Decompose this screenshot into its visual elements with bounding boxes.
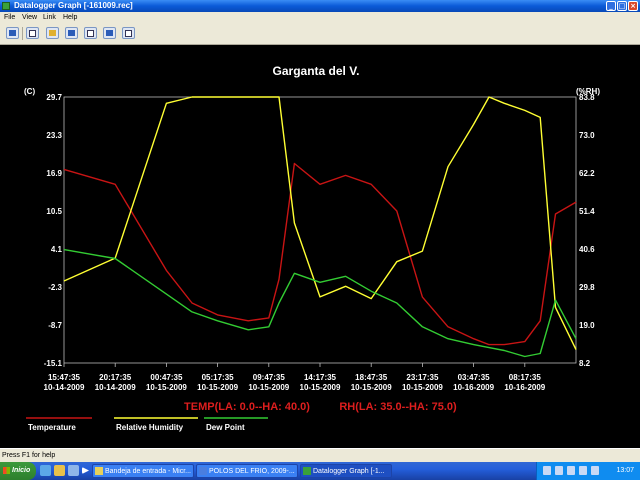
graph-area: Garganta del V. (C) (%RH) 29.7 83.8 23.3 73… — [0, 45, 640, 448]
y-tick-label-left: 10.5 — [46, 207, 62, 216]
monitor-icon[interactable] — [26, 27, 39, 39]
legend-humidity-label: Relative Humidity — [116, 423, 184, 432]
word-icon — [199, 467, 207, 475]
task-outlook[interactable]: Bandeja de entrada - Micr... — [92, 464, 194, 478]
outlook-icon — [95, 467, 103, 475]
toolbar-separator — [22, 27, 23, 40]
x-tick-date: 10-15-2009 — [300, 383, 341, 392]
y-tick-label-right: 51.4 — [579, 207, 595, 216]
datalogger-chart: Garganta del V. (C) (%RH) 29.7 83.823.3 73… — [24, 64, 600, 432]
series-line-dew-point — [63, 248, 577, 358]
menu-help[interactable]: Help — [63, 13, 77, 22]
tray-icon[interactable] — [543, 466, 551, 475]
chart-title: Garganta del V. — [273, 64, 360, 78]
y-tick-label-left: 4.1 — [51, 245, 63, 254]
quicklaunch-ie-icon[interactable] — [40, 465, 51, 476]
series-line-temperature — [63, 162, 577, 346]
start-label: Inicio — [12, 467, 31, 474]
save-icon[interactable] — [65, 27, 78, 39]
x-tick-date: 10-16-2009 — [504, 383, 545, 392]
y-tick-label-right: 19.0 — [579, 321, 595, 330]
status-text: Press F1 for help — [2, 452, 56, 459]
task-word[interactable]: POLOS DEL FRIO, 2009-... — [196, 464, 298, 478]
x-tick-date: 10-15-2009 — [248, 383, 289, 392]
start-button[interactable]: Inicio — [0, 462, 36, 480]
x-tick-time: 18:47:35 — [355, 373, 388, 382]
toolbar — [0, 23, 640, 45]
status-bar: Press F1 for help — [0, 448, 640, 463]
setup-icon[interactable] — [6, 27, 19, 39]
y-tick-label-right: 73.0 — [579, 131, 595, 140]
x-tick-time: 03:47:35 — [458, 373, 491, 382]
x-tick-time: 00:47:35 — [150, 373, 183, 382]
quicklaunch-more-icon[interactable] — [82, 467, 89, 474]
print-icon[interactable] — [84, 27, 97, 39]
clock: 13:07 — [616, 467, 634, 474]
quicklaunch-desktop-icon[interactable] — [68, 465, 79, 476]
task-label: Datalogger Graph [-1... — [313, 468, 385, 475]
x-tick-time: 08:17:35 — [509, 373, 542, 382]
rh-alarm-limits: RH(LA: 35.0--HA: 75.0) — [339, 401, 457, 413]
close-button[interactable]: × — [628, 1, 638, 11]
y-tick-label-left: 16.9 — [46, 169, 62, 178]
plot-frame — [63, 96, 577, 364]
tray-icon[interactable] — [567, 466, 575, 475]
x-tick-date: 10-15-2009 — [197, 383, 238, 392]
y-tick-label-right: 62.2 — [579, 169, 595, 178]
y-axis-left-label: (C) — [24, 87, 35, 96]
title-bar[interactable]: Datalogger Graph [-161009.rec] _ □ × — [0, 0, 640, 12]
y-tick-label-left: -2.3 — [48, 283, 62, 292]
task-datalogger-graph[interactable]: Datalogger Graph [-1... — [300, 464, 392, 478]
menu-view[interactable]: View — [22, 13, 37, 22]
datalogger-icon — [303, 467, 311, 475]
x-tick-time: 05:17:35 — [202, 373, 235, 382]
tray-icon[interactable] — [579, 466, 587, 475]
legend-dewpoint-label: Dew Point — [206, 423, 245, 432]
app-icon — [2, 2, 10, 10]
x-tick-date: 10-15-2009 — [146, 383, 187, 392]
system-tray: 13:07 — [536, 462, 640, 480]
y-tick-label-right: 29.8 — [579, 283, 595, 292]
x-tick-time: 14:17:35 — [304, 373, 337, 382]
windows-logo-icon — [3, 467, 10, 474]
x-tick-time: 23:17:35 — [406, 373, 439, 382]
x-tick-time: 09:47:35 — [253, 373, 286, 382]
tray-icon[interactable] — [555, 466, 563, 475]
series-line-relative-humidity — [63, 96, 577, 350]
x-tick-date: 10-14-2009 — [95, 383, 136, 392]
open-folder-icon[interactable] — [46, 27, 59, 39]
taskbar: Inicio Bandeja de entrada - Micr... POLO… — [0, 462, 640, 480]
y-tick-label-left: 29.7 — [46, 93, 62, 102]
maximize-button[interactable]: □ — [617, 1, 627, 11]
tray-icon[interactable] — [591, 466, 599, 475]
x-tick-time: 20:17:35 — [99, 373, 132, 382]
y-tick-label-right: 40.6 — [579, 245, 595, 254]
menu-link[interactable]: Link — [43, 13, 56, 22]
y-tick-label-left: 23.3 — [46, 131, 62, 140]
minimize-button[interactable]: _ — [606, 1, 616, 11]
x-tick-date: 10-16-2009 — [453, 383, 494, 392]
quicklaunch-outlook-icon[interactable] — [54, 465, 65, 476]
fit-graph-icon[interactable] — [103, 27, 116, 39]
temp-alarm-limits: TEMP(LA: 0.0--HA: 40.0) — [184, 401, 310, 413]
legend-temperature-label: Temperature — [28, 423, 76, 432]
zoom-icon[interactable] — [122, 27, 135, 39]
window-title: Datalogger Graph [-161009.rec] — [14, 1, 133, 10]
x-tick-date: 10-15-2009 — [402, 383, 443, 392]
y-tick-label-left: -8.7 — [48, 321, 62, 330]
y-tick-label-right: 8.2 — [579, 359, 591, 368]
task-label: POLOS DEL FRIO, 2009-... — [209, 468, 295, 475]
menu-file[interactable]: File — [4, 13, 15, 22]
task-label: Bandeja de entrada - Micr... — [105, 468, 191, 475]
x-tick-date: 10-15-2009 — [351, 383, 392, 392]
x-tick-time: 15:47:35 — [48, 373, 81, 382]
y-tick-label-left: -15.1 — [44, 359, 63, 368]
y-tick-label-right: 83.8 — [579, 93, 595, 102]
menu-bar: File View Link Help — [0, 12, 640, 23]
x-tick-date: 10-14-2009 — [44, 383, 85, 392]
